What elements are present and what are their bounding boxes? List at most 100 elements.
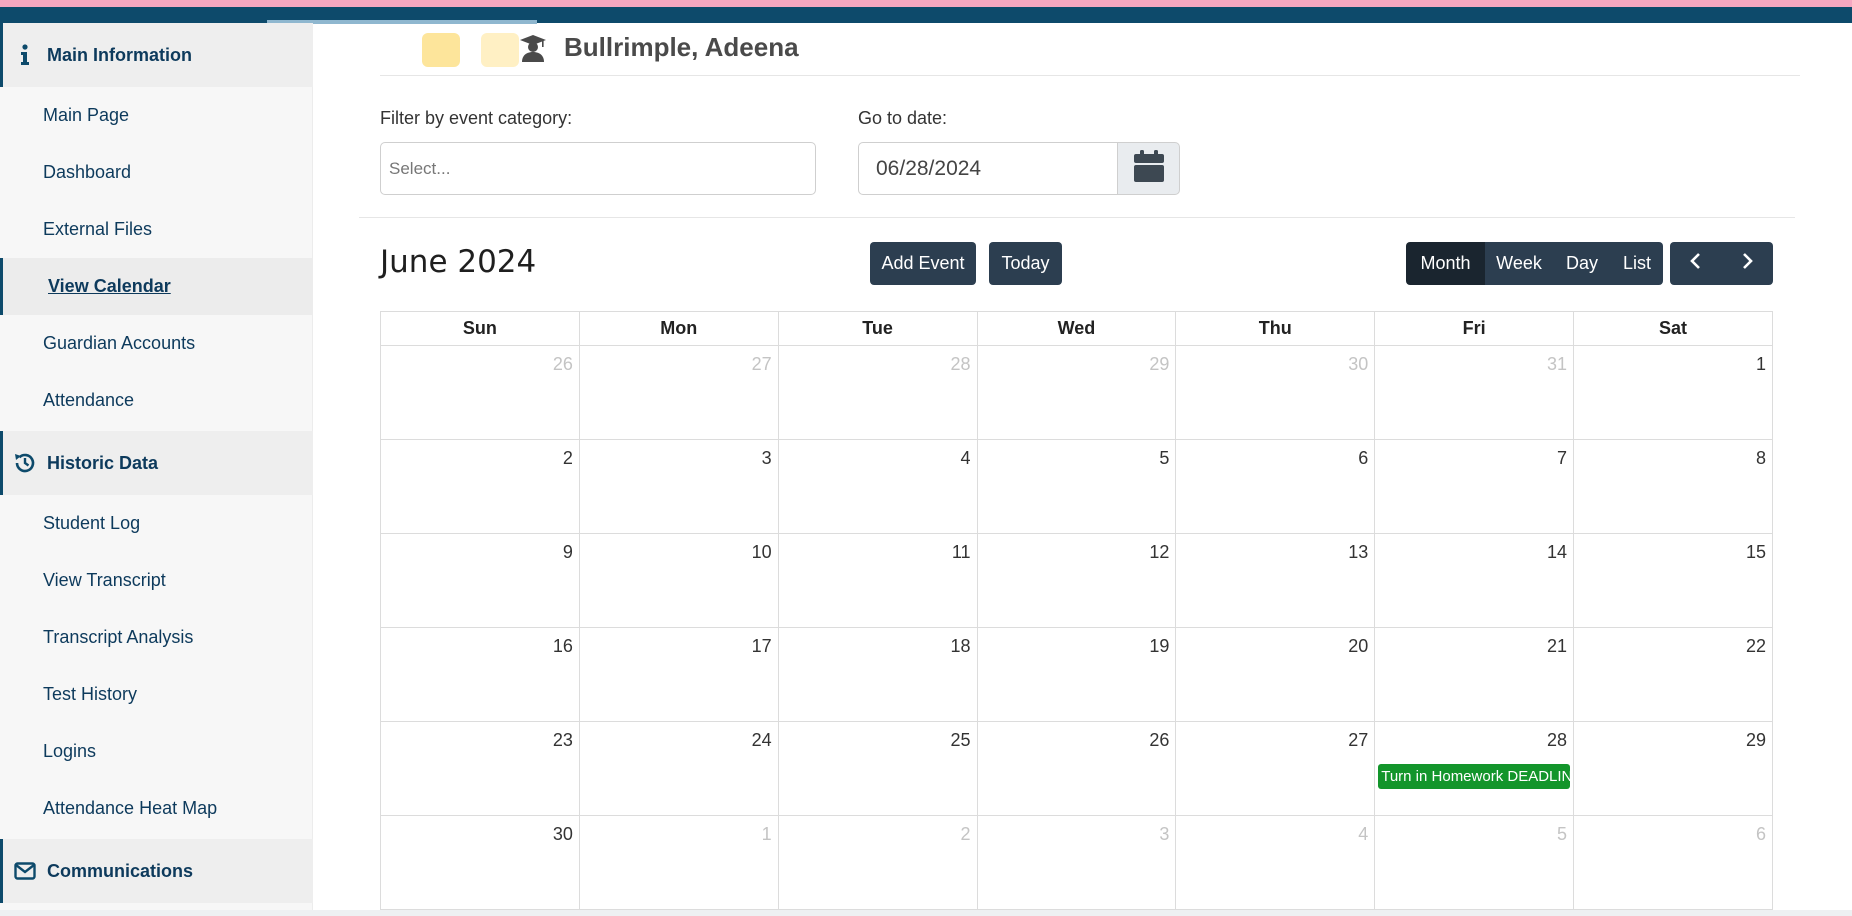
weekday-header: Fri (1374, 311, 1575, 346)
calendar-week-row: 26 27 28 29 30 31 1 (380, 345, 1773, 440)
sidebar-item-view-transcript[interactable]: View Transcript (0, 552, 313, 609)
calendar-day-cell[interactable]: 2 (380, 439, 580, 534)
history-icon (3, 451, 47, 475)
calendar-day-cell[interactable]: 2 (777, 815, 978, 910)
calendar-day-cell[interactable]: 9 (380, 533, 580, 628)
calendar-week-row: 2 3 4 5 6 7 8 (380, 439, 1773, 534)
calendar-day-cell[interactable]: 8 (1573, 439, 1773, 534)
calendar-day-cell[interactable]: 26 (380, 345, 580, 440)
sidebar-section-main-information[interactable]: Main Information (0, 23, 313, 87)
sidebar-section-label: Main Information (47, 44, 192, 65)
calendar-day-cell[interactable]: 6 (1175, 439, 1376, 534)
sidebar-section-label: Historic Data (47, 452, 159, 473)
sidebar-section-communications[interactable]: Communications (0, 839, 313, 903)
calendar-day-cell[interactable]: 28 (777, 345, 978, 440)
view-month-button[interactable]: Month (1406, 242, 1485, 285)
view-week-button[interactable]: Week (1485, 242, 1553, 285)
calendar-day-cell[interactable]: 29 (1573, 721, 1773, 816)
calendar-day-cell[interactable]: 20 (1175, 627, 1376, 722)
calendar-event[interactable]: Turn in Homework DEADLINE (1378, 764, 1571, 789)
calendar-day-cell[interactable]: 7 (1374, 439, 1575, 534)
view-list-button[interactable]: List (1611, 242, 1663, 285)
graduate-icon (519, 33, 547, 63)
calendar-day-cell[interactable]: 10 (578, 533, 779, 628)
horizontal-scrollbar[interactable] (0, 910, 1852, 916)
calendar-day-cell[interactable]: 30 (1175, 345, 1376, 440)
calendar-month-title: June 2024 (380, 244, 537, 280)
chevron-right-icon (1740, 252, 1754, 275)
calendar-day-cell[interactable]: 23 (380, 721, 580, 816)
calendar-day-cell[interactable]: 27 (578, 345, 779, 440)
calendar-day-cell[interactable]: 6 (1573, 815, 1773, 910)
sidebar-item-attendance[interactable]: Attendance (0, 372, 313, 429)
sidebar-item-view-calendar[interactable]: View Calendar (0, 258, 313, 315)
sidebar-item-logins[interactable]: Logins (0, 723, 313, 780)
add-event-button[interactable]: Add Event (870, 242, 976, 285)
go-to-date-input[interactable]: 06/28/2024 (858, 142, 1118, 195)
calendar-icon (1133, 149, 1165, 188)
sidebar-section-label: Communications (47, 860, 194, 881)
calendar-day-cell[interactable]: 5 (976, 439, 1177, 534)
top-accent-bar (0, 0, 1852, 7)
calendar-day-cell[interactable]: 12 (976, 533, 1177, 628)
calendar-day-cell[interactable]: 26 (976, 721, 1177, 816)
sidebar-item-dashboard[interactable]: Dashboard (0, 144, 313, 201)
calendar-day-cell[interactable]: 5 (1374, 815, 1575, 910)
today-button[interactable]: Today (989, 242, 1062, 285)
calendar-nav-buttons (1670, 242, 1773, 285)
calendar-day-cell[interactable]: 17 (578, 627, 779, 722)
calendar-day-cell[interactable]: 1 (578, 815, 779, 910)
calendar-day-cell[interactable]: 22 (1573, 627, 1773, 722)
sidebar-item-test-history[interactable]: Test History (0, 666, 313, 723)
calendar-week-row: 23 24 25 26 27 28 Turn in Homework DEADL… (380, 721, 1773, 816)
calendar-day-cell[interactable]: 3 (976, 815, 1177, 910)
calendar-day-cell[interactable]: 18 (777, 627, 978, 722)
sidebar-item-transcript-analysis[interactable]: Transcript Analysis (0, 609, 313, 666)
status-indicator[interactable] (422, 33, 460, 67)
calendar-day-cell-with-event[interactable]: 28 Turn in Homework DEADLINE (1374, 721, 1575, 816)
divider (359, 217, 1795, 218)
calendar-day-cell[interactable]: 29 (976, 345, 1177, 440)
weekday-header: Mon (578, 311, 779, 346)
divider (380, 75, 1800, 76)
sidebar-item-external-files[interactable]: External Files (0, 201, 313, 258)
calendar-day-cell[interactable]: 19 (976, 627, 1177, 722)
calendar-day-cell[interactable]: 27 (1175, 721, 1376, 816)
weekday-header: Tue (777, 311, 978, 346)
sidebar-item-attendance-heat-map[interactable]: Attendance Heat Map (0, 780, 313, 837)
status-indicator[interactable] (481, 33, 519, 67)
calendar-day-cell[interactable]: 3 (578, 439, 779, 534)
prev-month-button[interactable] (1670, 242, 1722, 285)
category-filter-label: Filter by event category: (380, 108, 573, 128)
calendar-day-cell[interactable]: 4 (777, 439, 978, 534)
calendar-week-row: 16 17 18 19 20 21 22 (380, 627, 1773, 722)
next-month-button[interactable] (1722, 242, 1774, 285)
calendar-day-cell[interactable]: 1 (1573, 345, 1773, 440)
category-filter-select[interactable]: Select... (380, 142, 816, 195)
calendar-day-cell[interactable]: 31 (1374, 345, 1575, 440)
calendar-day-cell[interactable]: 15 (1573, 533, 1773, 628)
envelope-icon (3, 862, 47, 880)
calendar-day-cell[interactable]: 24 (578, 721, 779, 816)
calendar-day-cell[interactable]: 16 (380, 627, 580, 722)
info-icon (3, 44, 47, 66)
weekday-header: Wed (976, 311, 1177, 346)
calendar-day-cell[interactable]: 4 (1175, 815, 1376, 910)
weekday-header-row: Sun Mon Tue Wed Thu Fri Sat (380, 311, 1773, 346)
date-picker-button[interactable] (1117, 142, 1180, 195)
calendar-view-switcher: Month Week Day List (1406, 242, 1663, 285)
calendar-day-cell[interactable]: 14 (1374, 533, 1575, 628)
sidebar-item-main-page[interactable]: Main Page (0, 87, 313, 144)
day-number: 28 (1547, 730, 1568, 750)
calendar-day-cell[interactable]: 11 (777, 533, 978, 628)
calendar-day-cell[interactable]: 21 (1374, 627, 1575, 722)
calendar-day-cell[interactable]: 13 (1175, 533, 1376, 628)
sidebar-section-historic-data[interactable]: Historic Data (0, 431, 313, 495)
calendar-day-cell[interactable]: 30 (380, 815, 580, 910)
view-day-button[interactable]: Day (1553, 242, 1611, 285)
calendar-week-row: 30 1 2 3 4 5 6 (380, 815, 1773, 910)
go-to-date-label: Go to date: (858, 108, 948, 128)
calendar-day-cell[interactable]: 25 (777, 721, 978, 816)
sidebar-item-guardian-accounts[interactable]: Guardian Accounts (0, 315, 313, 372)
sidebar-item-student-log[interactable]: Student Log (0, 495, 313, 552)
